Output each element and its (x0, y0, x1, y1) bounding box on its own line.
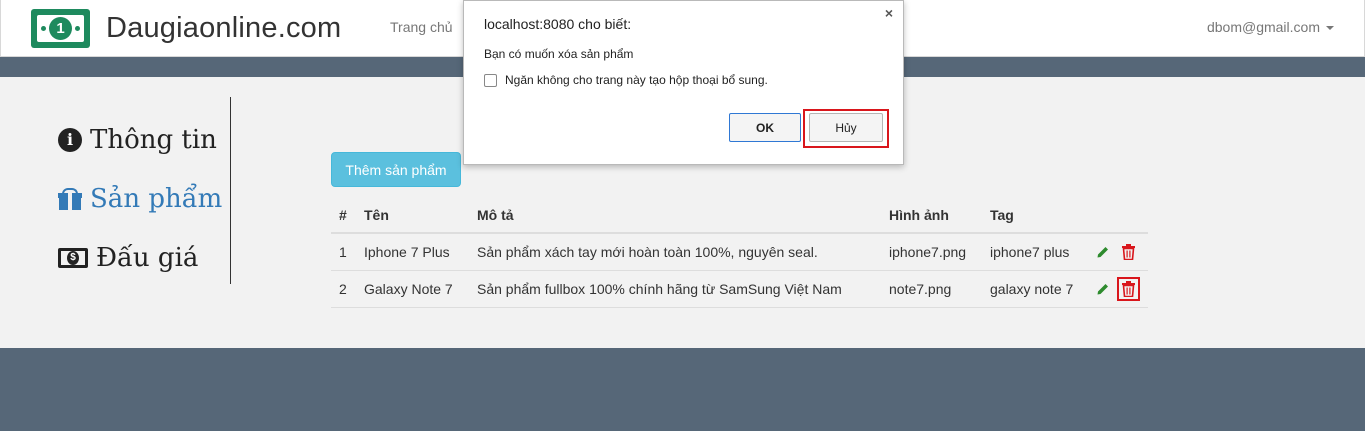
confirm-dialog: localhost:8080 cho biết: × Bạn có muốn x… (463, 0, 904, 165)
cancel-button[interactable]: Hủy (809, 113, 883, 142)
product-image: iphone7.png (889, 244, 967, 260)
pencil-icon[interactable] (1096, 245, 1110, 259)
footer (0, 348, 1365, 431)
info-circle-icon: i (58, 128, 82, 152)
close-icon[interactable]: × (885, 5, 893, 21)
row-number: 2 (339, 281, 347, 297)
suppress-dialogs-checkbox[interactable]: Ngăn không cho trang này tạo hộp thoại b… (484, 73, 768, 87)
product-name: Iphone 7 Plus (364, 244, 450, 260)
user-menu[interactable]: dbom@gmail.com (1207, 19, 1334, 35)
sidebar-item-label: Thông tin (90, 125, 217, 155)
money-icon: $ (58, 248, 88, 268)
dialog-message: Bạn có muốn xóa sản phẩm (484, 47, 634, 61)
product-description: Sản phẩm fullbox 100% chính hãng từ SamS… (477, 281, 842, 297)
pencil-icon[interactable] (1096, 282, 1110, 296)
row-number: 1 (339, 244, 347, 260)
product-image: note7.png (889, 281, 952, 297)
checkbox-label: Ngăn không cho trang này tạo hộp thoại b… (505, 73, 768, 87)
brand[interactable]: 1 Daugiaonline.com (31, 9, 341, 48)
sidebar-item-products[interactable]: Sản phẩm (58, 184, 222, 214)
product-tag: iphone7 plus (990, 244, 1070, 260)
product-tag: galaxy note 7 (990, 281, 1074, 297)
column-header-image: Hình ảnh (889, 207, 949, 223)
trash-icon[interactable] (1121, 244, 1136, 260)
gift-icon (58, 188, 82, 210)
column-header-number: # (339, 207, 347, 223)
column-header-tag: Tag (990, 207, 1014, 223)
add-product-button[interactable]: Thêm sản phẩm (331, 152, 461, 187)
sidebar-item-auction[interactable]: $ Đấu giá (58, 243, 198, 273)
sidebar-item-label: Sản phẩm (90, 184, 223, 214)
column-header-name: Tên (364, 207, 389, 223)
product-description: Sản phẩm xách tay mới hoàn toàn 100%, ng… (477, 244, 818, 260)
money-logo-icon: 1 (31, 9, 90, 48)
product-name: Galaxy Note 7 (364, 281, 453, 297)
checkbox[interactable] (484, 73, 497, 87)
sidebar-item-info[interactable]: i Thông tin (58, 125, 217, 155)
trash-icon[interactable] (1117, 277, 1140, 301)
table-row: 1 Iphone 7 Plus Sản phẩm xách tay mới ho… (331, 234, 1148, 271)
caret-down-icon (1326, 26, 1334, 31)
table-row: 2 Galaxy Note 7 Sản phẩm fullbox 100% ch… (331, 271, 1148, 308)
dialog-title: localhost:8080 cho biết: (484, 16, 632, 32)
column-header-description: Mô tả (477, 207, 514, 223)
ok-button[interactable]: OK (729, 113, 801, 142)
user-email[interactable]: dbom@gmail.com (1207, 19, 1320, 35)
sidebar: i Thông tin Sản phẩm $ Đấu giá (58, 97, 231, 284)
nav-home-link[interactable]: Trang chủ (390, 19, 453, 35)
sidebar-item-label: Đấu giá (96, 243, 199, 273)
table-header: # Tên Mô tả Hình ảnh Tag (331, 197, 1148, 234)
brand-name[interactable]: Daugiaonline.com (106, 12, 341, 45)
products-table: # Tên Mô tả Hình ảnh Tag 1 Iphone 7 Plus… (331, 197, 1148, 308)
